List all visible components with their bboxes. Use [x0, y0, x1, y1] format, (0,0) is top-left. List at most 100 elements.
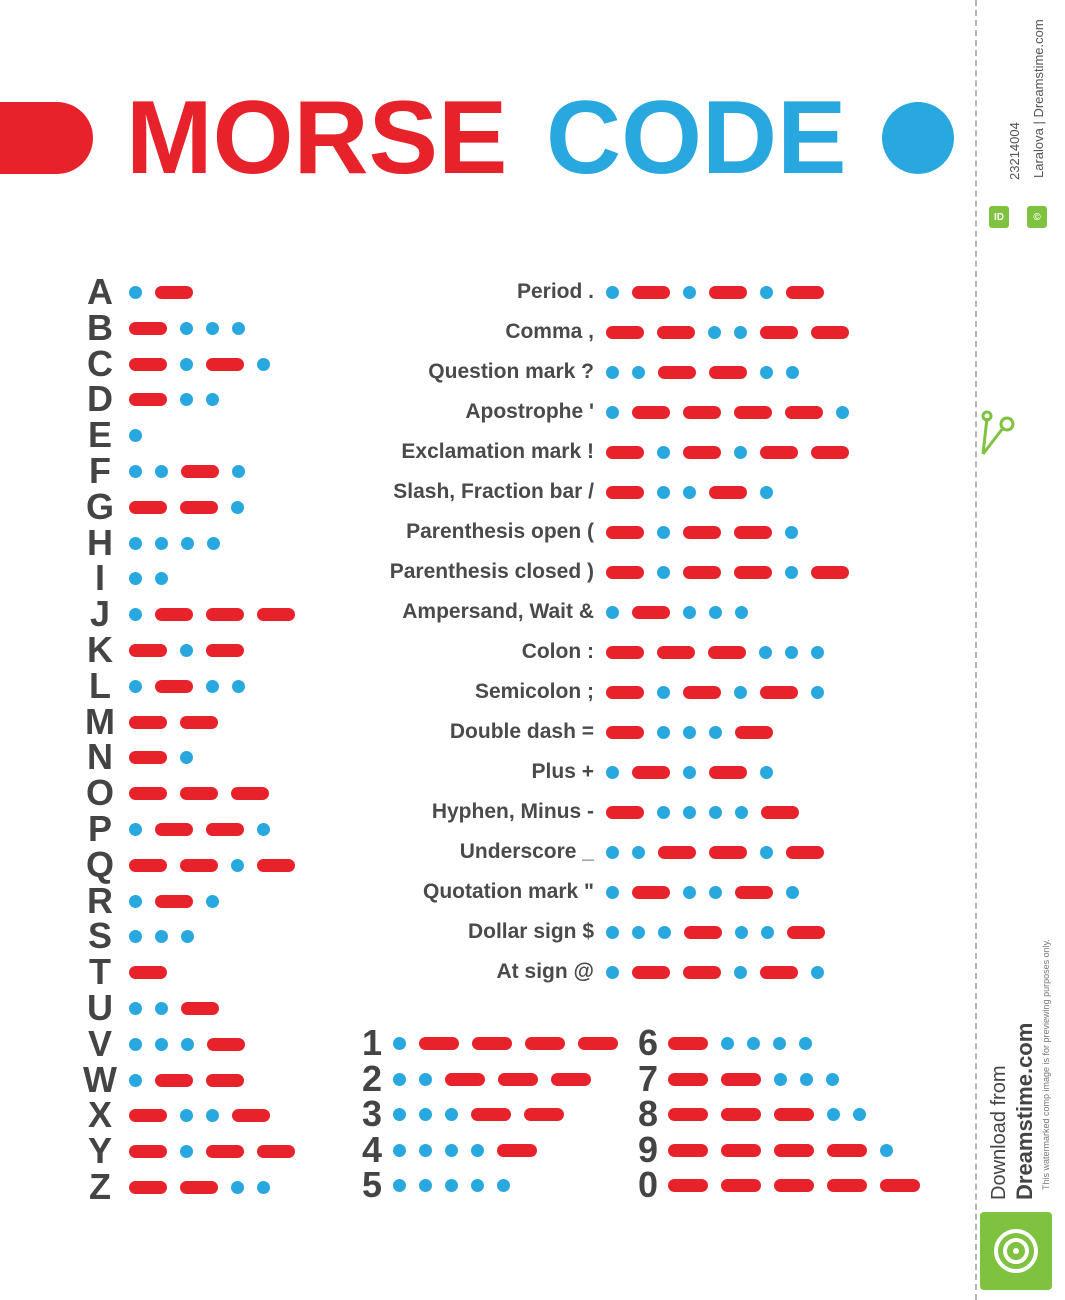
morse-dot — [232, 679, 245, 693]
morse-dash — [786, 286, 824, 299]
morse-dash — [181, 465, 219, 478]
morse-dot — [206, 393, 219, 407]
punctuation-label: Period . — [516, 280, 594, 303]
morse-dot — [606, 886, 619, 899]
morse-dash — [231, 787, 269, 801]
morse-dot — [207, 536, 220, 550]
morse-dash — [684, 926, 722, 939]
copyright-badge: © — [1027, 206, 1047, 228]
digit-2: 2 — [362, 1057, 383, 1099]
morse-dash — [709, 366, 747, 379]
morse-dash — [606, 806, 644, 819]
letter-c: C — [87, 342, 113, 384]
morse-dash — [811, 446, 849, 459]
morse-dash — [206, 357, 244, 371]
morse-dot — [853, 1108, 866, 1121]
morse-dash — [709, 766, 747, 779]
morse-dash — [658, 846, 696, 859]
punctuation-label: Semicolon ; — [474, 680, 594, 703]
morse-dot — [880, 1143, 893, 1157]
morse-dot — [826, 1072, 839, 1086]
morse-dot — [129, 1037, 142, 1051]
morse-dot — [759, 646, 772, 659]
morse-dash — [774, 1108, 814, 1121]
morse-dot — [734, 686, 747, 699]
morse-dot — [760, 486, 773, 499]
morse-dot — [708, 326, 721, 339]
morse-dot — [683, 806, 696, 819]
morse-dash — [155, 679, 193, 693]
morse-dot — [206, 894, 219, 908]
morse-dot — [786, 886, 799, 899]
morse-dash — [129, 393, 167, 407]
morse-dash — [721, 1108, 761, 1121]
digit-6: 6 — [638, 1022, 659, 1063]
morse-dot — [760, 766, 773, 779]
morse-dot — [683, 286, 696, 299]
morse-dot — [721, 1037, 734, 1050]
morse-dash — [811, 326, 849, 339]
morse-dot — [657, 446, 670, 459]
morse-dash — [129, 787, 167, 801]
morse-dash — [668, 1143, 708, 1157]
letter-b: B — [87, 306, 113, 348]
letter-t: T — [89, 951, 111, 993]
morse-dot — [799, 1037, 812, 1050]
punctuation-label: Parenthesis closed ) — [389, 560, 594, 583]
punctuation-label: Quotation mark " — [423, 880, 594, 903]
morse-dash — [761, 806, 799, 819]
morse-dash — [632, 606, 670, 619]
morse-dot — [734, 966, 747, 979]
digit-8: 8 — [638, 1093, 659, 1134]
morse-dot — [785, 526, 798, 539]
morse-dot — [657, 486, 670, 499]
morse-dot — [747, 1037, 760, 1050]
dreamstime-swirl-icon — [980, 1212, 1052, 1290]
title-blue-dot-shape — [882, 102, 954, 174]
morse-dash — [129, 1109, 167, 1123]
punctuation-label: Plus + — [531, 760, 594, 783]
morse-dash — [472, 1037, 512, 1050]
morse-dot — [683, 726, 696, 739]
morse-dot — [257, 823, 270, 836]
morse-dot — [760, 846, 773, 859]
morse-dash — [827, 1143, 867, 1157]
morse-dot — [129, 930, 142, 944]
morse-dot — [129, 823, 142, 836]
letter-x: X — [87, 1094, 112, 1136]
morse-dash — [734, 526, 772, 539]
morse-dash — [683, 406, 721, 419]
morse-dot — [785, 646, 798, 659]
morse-dash — [180, 500, 218, 514]
title-red-dash-shape — [0, 102, 93, 174]
morse-dot — [129, 429, 142, 443]
morse-dot — [811, 966, 824, 979]
morse-dash — [129, 357, 167, 371]
morse-dash — [606, 326, 644, 339]
morse-dot — [761, 926, 774, 939]
punctuation-label: Comma , — [505, 320, 594, 343]
morse-dot — [155, 930, 168, 944]
morse-dot — [181, 930, 194, 944]
letter-u: U — [87, 987, 113, 1028]
morse-dot — [785, 566, 798, 579]
morse-dot — [709, 606, 722, 619]
morse-dash — [774, 1143, 814, 1157]
morse-dot — [129, 608, 142, 622]
morse-dash — [180, 787, 218, 801]
watermark-notice: This watermarked comp image is for previ… — [1041, 939, 1051, 1190]
morse-dash — [419, 1037, 459, 1050]
morse-dot — [471, 1143, 484, 1157]
morse-dot — [658, 926, 671, 939]
morse-dot — [180, 357, 193, 371]
morse-dot — [811, 686, 824, 699]
letter-v: V — [87, 1022, 112, 1064]
morse-dot — [606, 606, 619, 619]
morse-dash — [257, 1145, 295, 1159]
id-badge: ID — [989, 206, 1009, 228]
morse-dash — [181, 1002, 219, 1015]
digit-0: 0 — [638, 1164, 659, 1205]
morse-dash — [129, 1145, 167, 1159]
morse-dash — [232, 1109, 270, 1123]
morse-dot — [606, 926, 619, 939]
